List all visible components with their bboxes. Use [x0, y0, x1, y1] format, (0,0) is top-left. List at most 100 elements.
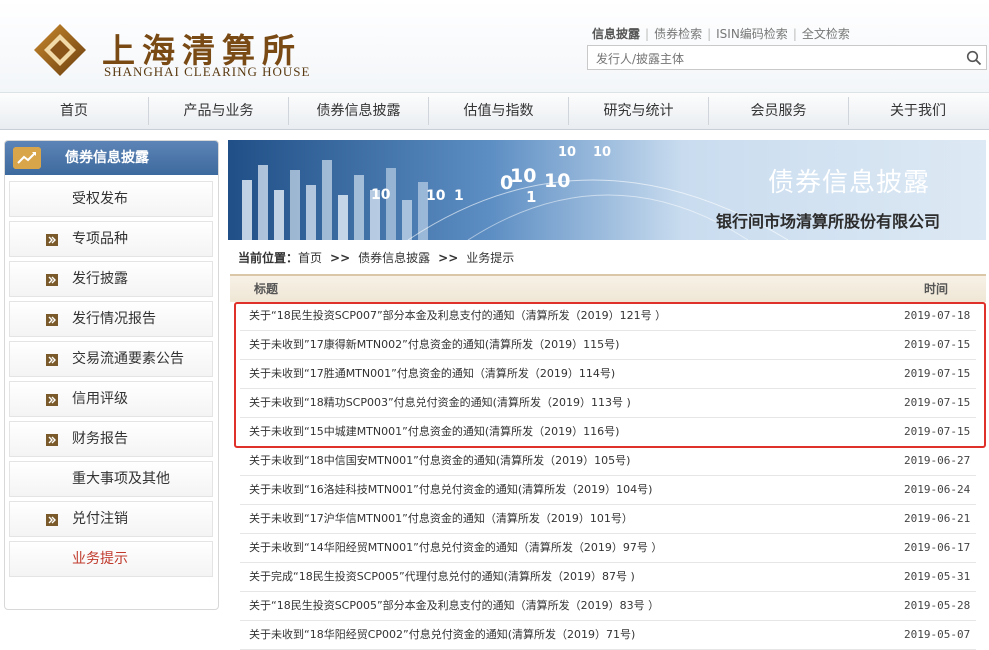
banner-digit: 10: [544, 170, 571, 192]
sidebar-item-financial-report[interactable]: 财务报告: [9, 421, 213, 457]
notice-date: 2019-07-15: [904, 425, 971, 438]
top-link-fulltext-search[interactable]: 全文检索: [802, 27, 850, 41]
breadcrumb-home[interactable]: 首页: [298, 251, 322, 265]
notice-date: 2019-06-17: [904, 541, 971, 554]
site-header: 上海清算所 SHANGHAI CLEARING HOUSE 信息披露 | 债券检索 |…: [0, 0, 989, 92]
breadcrumb-business-tips[interactable]: 业务提示: [466, 251, 514, 265]
nav-valuation[interactable]: 估值与指数: [429, 93, 568, 129]
banner-title: 债券信息披露: [768, 168, 931, 198]
banner-digit: 10: [510, 165, 537, 187]
notice-title-link[interactable]: 关于完成“18民生投资SCP005”代理付息兑付的通知(清算所发（2019）87…: [249, 563, 635, 591]
notice-row[interactable]: 关于未收到“18中信国安MTN001”付息资金的通知(清算所发（2019）105…: [240, 447, 976, 476]
sidebar-item-trading-elements[interactable]: 交易流通要素公告: [9, 341, 213, 377]
top-link-bond-search[interactable]: 债券检索: [654, 27, 702, 41]
notice-title-link[interactable]: 关于未收到“18华阳经贸CP002”付息兑付资金的通知(清算所发（2019）71…: [249, 621, 635, 649]
column-header-title: 标题: [254, 282, 279, 296]
sidebar-item-credit-rating[interactable]: 信用评级: [9, 381, 213, 417]
breadcrumb-bond-disclosure[interactable]: 债券信息披露: [358, 251, 430, 265]
notice-date: 2019-07-15: [904, 338, 971, 351]
nav-about[interactable]: 关于我们: [849, 93, 987, 129]
sidebar-title: 债券信息披露: [65, 150, 149, 166]
main-nav: 首页 产品与业务 债券信息披露 估值与指数 研究与统计 会员服务 关于我们: [0, 92, 989, 130]
notice-title-link[interactable]: 关于“18民生投资SCP007”部分本金及利息支付的通知（清算所发（2019）1…: [249, 302, 666, 330]
double-chevron-icon: [46, 234, 58, 246]
notice-date: 2019-06-24: [904, 483, 971, 496]
notice-title-link[interactable]: 关于未收到“17胜通MTN001”付息资金的通知（清算所发（2019）114号): [249, 360, 615, 388]
nav-home[interactable]: 首页: [0, 93, 148, 129]
banner-digit: 10: [426, 188, 446, 204]
top-links: 信息披露 | 债券检索 | ISIN编码检索 | 全文检索: [592, 25, 850, 42]
notice-date: 2019-07-15: [904, 396, 971, 409]
notice-row[interactable]: 关于未收到“15中城建MTN001”付息资金的通知(清算所发（2019）116号…: [240, 418, 976, 447]
top-link-info-disclosure[interactable]: 信息披露: [592, 27, 640, 41]
top-link-separator: |: [707, 27, 712, 41]
breadcrumb-separator: >>: [438, 251, 459, 265]
breadcrumb-label: 当前位置：: [238, 251, 299, 265]
sidebar-item-label: 受权发布: [72, 191, 128, 207]
banner-subtitle: 银行间市场清算所股份有限公司: [716, 212, 941, 231]
sidebar-item-issuance-disclosure[interactable]: 发行披露: [9, 261, 213, 297]
banner-digit: 10: [371, 187, 391, 203]
double-chevron-icon: [46, 354, 58, 366]
notice-title-link[interactable]: 关于未收到“15中城建MTN001”付息资金的通知(清算所发（2019）116号…: [249, 418, 619, 446]
top-link-isin-search[interactable]: ISIN编码检索: [716, 27, 788, 41]
column-header-time: 时间: [924, 282, 949, 296]
chart-icon: [13, 147, 41, 169]
double-chevron-icon: [46, 314, 58, 326]
notice-row[interactable]: 关于未收到“17沪华信MTN001”付息资金的通知（清算所发（2019）101号…: [240, 505, 976, 534]
notice-row[interactable]: 关于未收到“14华阳经贸MTN001”付息兑付资金的通知（清算所发（2019）9…: [240, 534, 976, 563]
notice-row[interactable]: 关于未收到“17胜通MTN001”付息资金的通知（清算所发（2019）114号)…: [240, 360, 976, 389]
notice-row[interactable]: 关于完成“18民生投资SCP005”代理付息兑付的通知(清算所发（2019）87…: [240, 563, 976, 592]
search-icon[interactable]: [966, 50, 982, 66]
double-chevron-icon: [46, 434, 58, 446]
sidebar-item-label: 业务提示: [72, 551, 128, 567]
sidebar-item-label: 交易流通要素公告: [72, 351, 184, 367]
notice-row[interactable]: 关于“18民生投资SCP007”部分本金及利息支付的通知（清算所发（2019）1…: [240, 302, 976, 331]
double-chevron-icon: [46, 274, 58, 286]
sidebar-item-label: 重大事项及其他: [72, 471, 170, 487]
section-banner: 10 10 10 1 0 10 10 10 1 债券信息披露 银行间市场清算所股…: [228, 140, 986, 240]
notice-date: 2019-05-31: [904, 570, 971, 583]
logo-english-name: SHANGHAI CLEARING HOUSE: [104, 64, 311, 79]
sidebar-item-authorized-release[interactable]: 受权发布: [9, 181, 213, 217]
notice-title-link[interactable]: 关于未收到“14华阳经贸MTN001”付息兑付资金的通知（清算所发（2019）9…: [249, 534, 662, 562]
sidebar-item-label: 发行情况报告: [72, 311, 156, 327]
notice-row[interactable]: 关于未收到“18精功SCP003”付息兑付资金的通知(清算所发（2019）113…: [240, 389, 976, 418]
notice-row[interactable]: 关于未收到“16洛娃科技MTN001”付息兑付资金的通知(清算所发（2019）1…: [240, 476, 976, 505]
search-input[interactable]: [594, 49, 958, 68]
nav-research[interactable]: 研究与统计: [569, 93, 708, 129]
double-chevron-icon: [46, 514, 58, 526]
notice-title-link[interactable]: 关于未收到”17康得新MTN002”付息资金的通知(清算所发（2019）115号…: [249, 331, 619, 359]
banner-digit: 10: [593, 145, 612, 160]
notice-row[interactable]: 关于“18民生投资SCP005”部分本金及利息支付的通知（清算所发（2019）8…: [240, 592, 976, 621]
nav-member[interactable]: 会员服务: [709, 93, 848, 129]
notice-date: 2019-07-15: [904, 367, 971, 380]
logo-icon[interactable]: [32, 22, 88, 78]
double-chevron-icon: [46, 394, 58, 406]
notice-date: 2019-05-07: [904, 628, 971, 641]
notice-title-link[interactable]: 关于未收到“17沪华信MTN001”付息资金的通知（清算所发（2019）101号…: [249, 505, 633, 533]
breadcrumb: 当前位置：首页 >> 债券信息披露 >> 业务提示: [238, 249, 514, 266]
notice-row[interactable]: 关于未收到“18华阳经贸CP002”付息兑付资金的通知(清算所发（2019）71…: [240, 621, 976, 650]
sidebar-item-special-products[interactable]: 专项品种: [9, 221, 213, 257]
sidebar-item-label: 信用评级: [72, 391, 128, 407]
notice-row[interactable]: 关于未收到”17康得新MTN002”付息资金的通知(清算所发（2019）115号…: [240, 331, 976, 360]
sidebar-item-redemption[interactable]: 兑付注销: [9, 501, 213, 537]
notice-title-link[interactable]: 关于未收到“18中信国安MTN001”付息资金的通知(清算所发（2019）105…: [249, 447, 630, 475]
sidebar-item-major-events[interactable]: 重大事项及其他: [9, 461, 213, 497]
banner-digit: 10: [558, 145, 577, 160]
notice-title-link[interactable]: 关于未收到“16洛娃科技MTN001”付息兑付资金的通知(清算所发（2019）1…: [249, 476, 652, 504]
notice-date: 2019-07-18: [904, 309, 971, 322]
breadcrumb-separator: >>: [330, 251, 351, 265]
nav-bond-disclosure[interactable]: 债券信息披露: [289, 93, 428, 129]
sidebar-item-label: 财务报告: [72, 431, 128, 447]
notice-title-link[interactable]: 关于未收到“18精功SCP003”付息兑付资金的通知(清算所发（2019）113…: [249, 389, 631, 417]
notice-date: 2019-06-21: [904, 512, 971, 525]
sidebar-item-issuance-report[interactable]: 发行情况报告: [9, 301, 213, 337]
notice-title-link[interactable]: 关于“18民生投资SCP005”部分本金及利息支付的通知（清算所发（2019）8…: [249, 592, 659, 620]
nav-products[interactable]: 产品与业务: [149, 93, 288, 129]
sidebar-item-label: 兑付注销: [72, 511, 128, 527]
notice-date: 2019-05-28: [904, 599, 971, 612]
search-box: [587, 45, 987, 70]
sidebar-item-business-tips[interactable]: 业务提示: [9, 541, 213, 577]
